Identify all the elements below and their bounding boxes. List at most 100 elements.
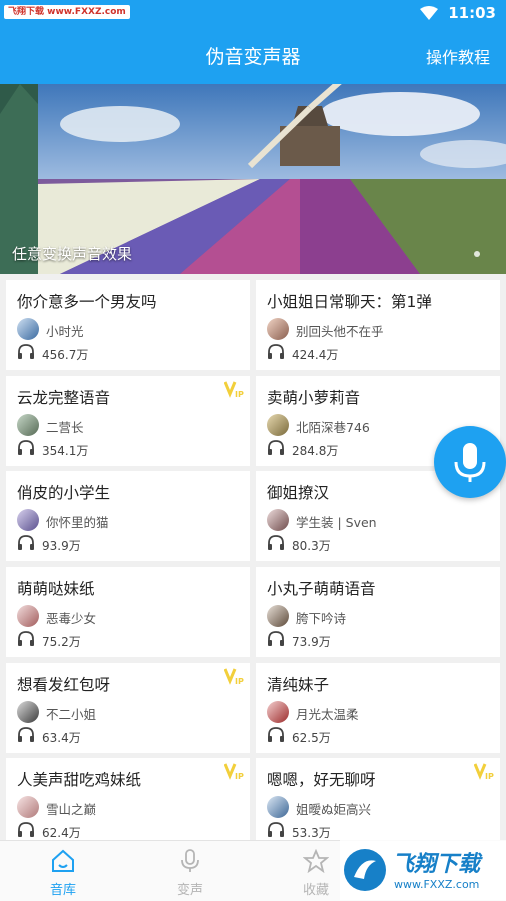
author-avatar — [17, 509, 39, 531]
card-title: 卖萌小萝莉音 — [267, 389, 361, 407]
author-avatar — [17, 605, 39, 627]
voice-card[interactable]: 俏皮的小学生你怀里的猫 93.9万 — [6, 471, 250, 561]
nav-label-library: 音库 — [49, 883, 76, 898]
card-title: 萌萌哒妹纸 — [17, 580, 95, 598]
card-title: 想看发红包呀 — [17, 676, 111, 694]
voice-card[interactable]: 云龙完整语音 二营长 354.1万 IP — [6, 376, 250, 466]
author-name: 别回头他不在乎 — [296, 324, 384, 339]
author-name: 学生装 | Sven — [296, 515, 377, 530]
author-avatar — [17, 318, 39, 340]
headphones-icon — [268, 631, 284, 646]
vip-badge-icon: IP — [474, 763, 494, 780]
play-count: 93.9万 — [42, 539, 81, 553]
author-avatar — [267, 701, 289, 723]
play-count: 80.3万 — [292, 539, 331, 553]
svg-text:IP: IP — [235, 677, 244, 685]
vip-badge-icon: IP — [224, 763, 244, 780]
headphones-icon — [18, 440, 34, 455]
record-voice-button[interactable] — [434, 426, 506, 498]
play-count: 53.3万 — [292, 826, 331, 840]
card-title: 你介意多一个男友吗 — [17, 293, 157, 311]
author-avatar — [267, 796, 289, 818]
voice-card[interactable]: 你介意多一个男友吗小时光 456.7万 — [6, 280, 250, 370]
svg-text:IP: IP — [485, 772, 494, 780]
author-avatar — [17, 796, 39, 818]
card-title: 小丸子萌萌语音 — [267, 580, 376, 598]
headphones-icon — [18, 727, 34, 742]
app-bar: 伪音变声器 操作教程 — [0, 28, 506, 84]
nav-item-voice-change[interactable]: 变声 — [150, 849, 230, 898]
author-name: 恶毒少女 — [46, 611, 97, 626]
headphones-icon — [18, 631, 34, 646]
watermark-logo: 飞翔下载 www.FXXZ.com — [340, 840, 506, 900]
author-avatar — [267, 605, 289, 627]
mic-icon — [181, 849, 199, 872]
watermark-url: www.FXXZ.com — [394, 878, 480, 891]
home-icon — [52, 849, 74, 872]
author-name: 不二小姐 — [46, 707, 97, 722]
card-title: 云龙完整语音 — [17, 389, 111, 407]
play-count: 62.5万 — [292, 731, 331, 745]
author-avatar — [267, 318, 289, 340]
author-name: 月光太温柔 — [296, 707, 359, 722]
vip-badge-icon: IP — [224, 381, 244, 398]
svg-text:IP: IP — [235, 772, 244, 780]
voice-card[interactable]: 想看发红包呀不二小姐 63.4万 IP — [6, 663, 250, 753]
author-avatar — [267, 509, 289, 531]
card-title: 俏皮的小学生 — [17, 484, 111, 502]
card-title: 清纯妹子 — [267, 676, 330, 694]
play-count: 75.2万 — [42, 635, 81, 649]
vip-badge-icon: IP — [224, 668, 244, 685]
author-name: 二营长 — [46, 420, 84, 435]
headphones-icon — [18, 535, 34, 550]
watermark-emblem — [344, 849, 386, 891]
voice-card[interactable]: 清纯妹子月光太温柔 62.5万 — [256, 663, 500, 753]
voice-card[interactable]: 小姐姐日常聊天：第1弹别回头他不在乎 424.4万 — [256, 280, 500, 370]
author-avatar — [267, 414, 289, 436]
voice-card[interactable]: 小丸子萌萌语音 胯下吟诗 73.9万 — [256, 567, 500, 657]
play-count: 62.4万 — [42, 826, 81, 840]
card-title: 嗯嗯，好无聊呀 — [267, 771, 376, 789]
headphones-icon — [268, 440, 284, 455]
author-name: 你怀里的猫 — [46, 515, 109, 530]
headphones-icon — [268, 344, 284, 359]
headphones-icon — [268, 727, 284, 742]
star-icon — [302, 848, 330, 874]
headphones-icon — [268, 822, 284, 837]
author-name: 北陌深巷746 — [296, 420, 370, 435]
headphones-icon — [18, 344, 34, 359]
banner-carousel[interactable]: 任意变换声音效果 — [0, 84, 506, 274]
card-title: 小姐姐日常聊天：第1弹 — [267, 293, 432, 311]
tutorial-button[interactable]: 操作教程 — [426, 44, 490, 68]
card-title: 人美声甜吃鸡妹纸 — [17, 771, 142, 789]
nav-item-library[interactable]: 音库 — [23, 849, 103, 898]
play-count: 456.7万 — [42, 348, 89, 362]
watermark-brand: 飞翔下载 — [392, 852, 481, 877]
play-count: 424.4万 — [292, 348, 339, 362]
status-time: 11:03 — [448, 4, 496, 22]
voice-card[interactable]: 嗯嗯，好无聊呀姐曖ぬ姖高兴 53.3万 IP — [256, 758, 500, 848]
carousel-indicator — [474, 251, 480, 257]
banner-caption: 任意变换声音效果 — [12, 245, 133, 263]
author-name: 姐曖ぬ姖高兴 — [296, 802, 372, 817]
voice-card[interactable]: 萌萌哒妹纸恶毒少女 75.2万 — [6, 567, 250, 657]
voice-card[interactable]: 人美声甜吃鸡妹纸雪山之巅 62.4万 IP — [6, 758, 250, 848]
headphones-icon — [268, 535, 284, 550]
card-title: 御姐撩汉 — [267, 484, 330, 502]
play-count: 73.9万 — [292, 635, 331, 649]
author-avatar — [17, 701, 39, 723]
play-count: 354.1万 — [42, 444, 89, 458]
wifi-icon — [420, 6, 439, 20]
author-avatar — [17, 414, 39, 436]
play-count: 63.4万 — [42, 731, 81, 745]
play-count: 284.8万 — [292, 444, 339, 458]
headphones-icon — [18, 822, 34, 837]
microphone-icon — [454, 443, 486, 482]
author-name: 雪山之巅 — [46, 802, 97, 817]
author-name: 小时光 — [46, 324, 84, 339]
nav-label-voice-change: 变声 — [176, 883, 203, 898]
status-bar: 飞翔下载 www.FXXZ.com 11:03 — [0, 0, 506, 28]
watermark-badge: 飞翔下载 www.FXXZ.com — [4, 5, 130, 19]
author-name: 胯下吟诗 — [296, 611, 347, 626]
svg-text:IP: IP — [235, 390, 244, 398]
